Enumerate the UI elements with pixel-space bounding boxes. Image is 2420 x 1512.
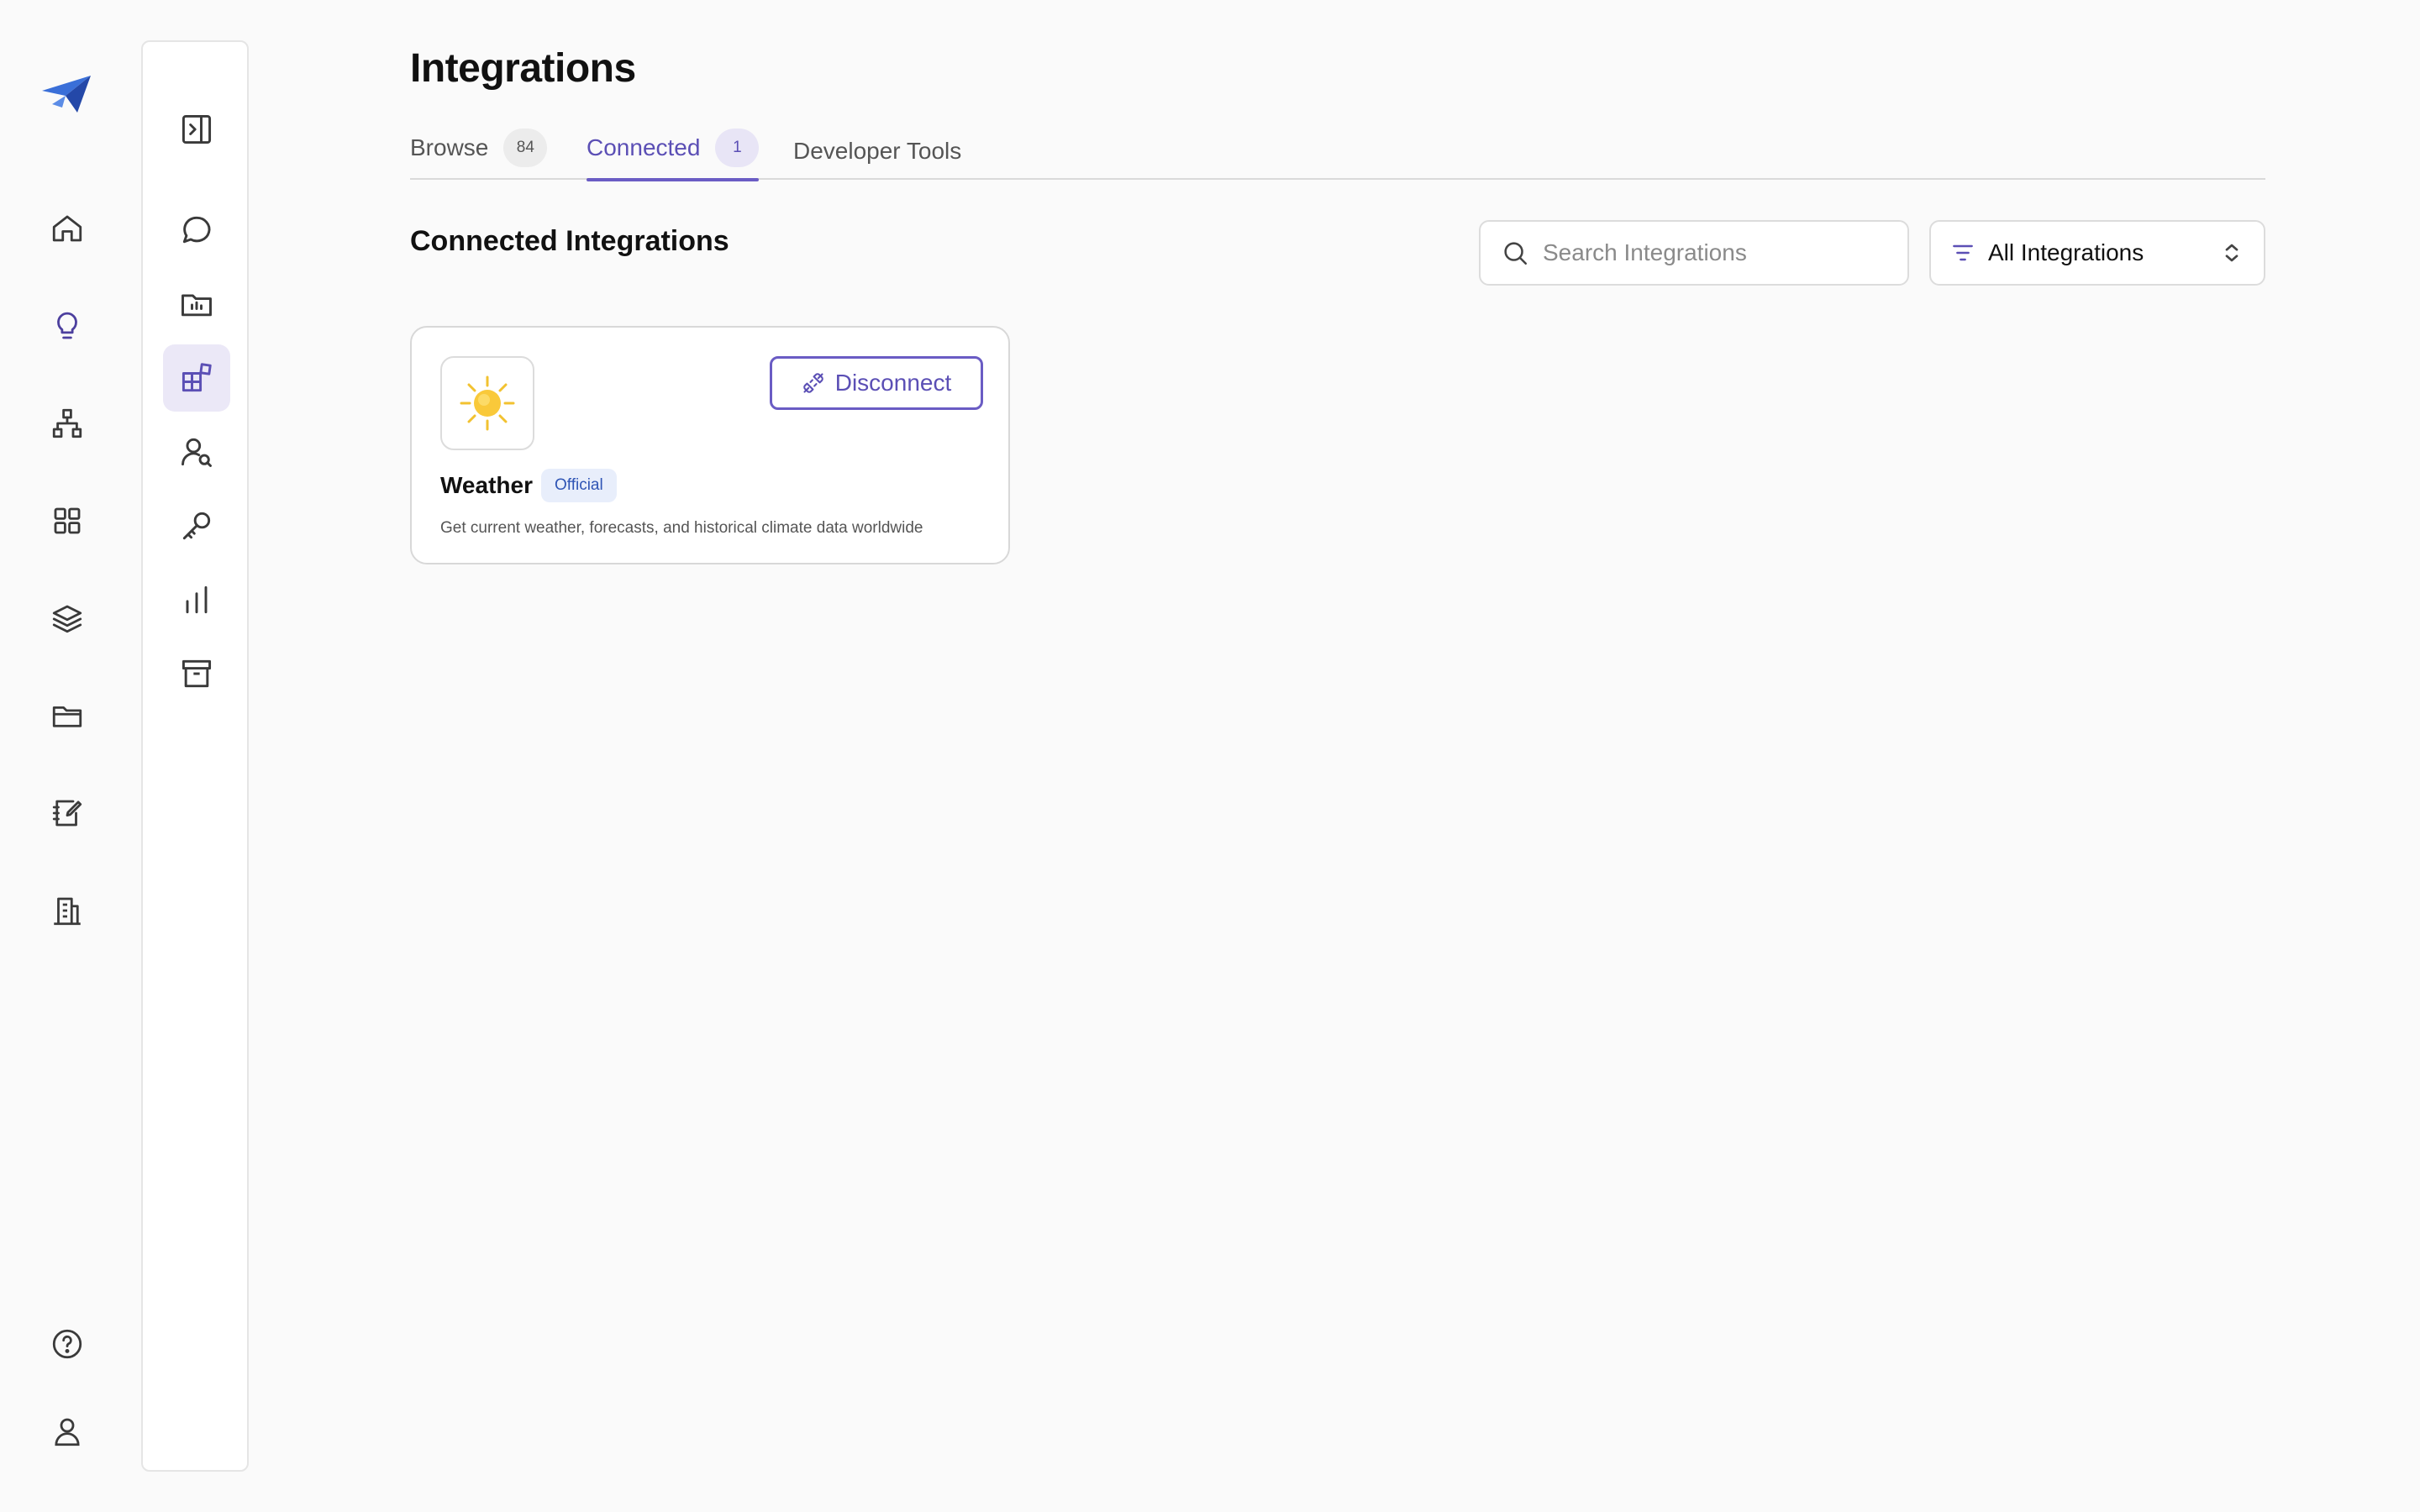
official-badge: Official — [541, 469, 617, 502]
grid-icon[interactable] — [42, 496, 92, 546]
logo-icon[interactable] — [40, 71, 94, 118]
folder-chart-icon[interactable] — [163, 270, 230, 338]
lightbulb-icon[interactable] — [42, 301, 92, 351]
filter-selected-value: All Integrations — [1988, 239, 2144, 265]
expand-sidebar-icon[interactable] — [163, 96, 230, 163]
search-icon — [1504, 242, 1528, 265]
notebook-edit-icon[interactable] — [42, 788, 92, 838]
tab-label: Browse — [410, 134, 489, 160]
key-icon[interactable] — [163, 492, 230, 559]
integrations-icon[interactable] — [163, 344, 230, 412]
tab-count-badge: 1 — [715, 129, 760, 167]
help-icon[interactable] — [42, 1319, 92, 1369]
hierarchy-icon[interactable] — [42, 398, 92, 449]
tab-browse[interactable]: Browse 84 — [410, 116, 548, 180]
user-search-icon[interactable] — [163, 418, 230, 486]
folder-icon[interactable] — [42, 690, 92, 741]
chat-icon[interactable] — [163, 197, 230, 264]
tab-developer-tools[interactable]: Developer Tools — [793, 119, 961, 183]
tab-connected[interactable]: Connected 1 — [587, 116, 760, 181]
disconnect-label: Disconnect — [834, 370, 952, 396]
unplug-icon — [802, 373, 823, 393]
user-icon[interactable] — [42, 1406, 92, 1457]
tab-count-badge: 84 — [503, 129, 548, 167]
search-box[interactable] — [1479, 220, 1909, 286]
filter-icon — [1953, 244, 1973, 261]
integration-card[interactable]: Disconnect Weather Official Get current … — [410, 326, 1010, 564]
filter-dropdown[interactable]: All Integrations — [1929, 220, 2265, 286]
chevron-up-down-icon — [2225, 244, 2238, 262]
integration-description: Get current weather, forecasts, and hist… — [440, 519, 923, 537]
secondary-sidebar — [141, 40, 249, 1472]
integration-name: Weather — [440, 472, 533, 498]
archive-icon[interactable] — [163, 640, 230, 707]
disconnect-button[interactable]: Disconnect — [770, 356, 983, 410]
layers-icon[interactable] — [42, 593, 92, 643]
tab-label: Connected — [587, 134, 701, 160]
home-icon[interactable] — [42, 203, 92, 254]
main-content: Integrations Browse 84 Connected 1 Devel… — [410, 0, 2265, 1512]
bar-chart-icon[interactable] — [163, 566, 230, 633]
tab-bar: Browse 84 Connected 1 Developer Tools — [410, 116, 2265, 183]
section-title: Connected Integrations — [410, 225, 729, 257]
search-input[interactable] — [1543, 239, 1896, 266]
sun-icon — [440, 356, 534, 450]
page-title: Integrations — [410, 46, 636, 91]
primary-rail — [0, 0, 134, 1512]
building-icon[interactable] — [42, 885, 92, 936]
tab-label: Developer Tools — [793, 138, 962, 164]
